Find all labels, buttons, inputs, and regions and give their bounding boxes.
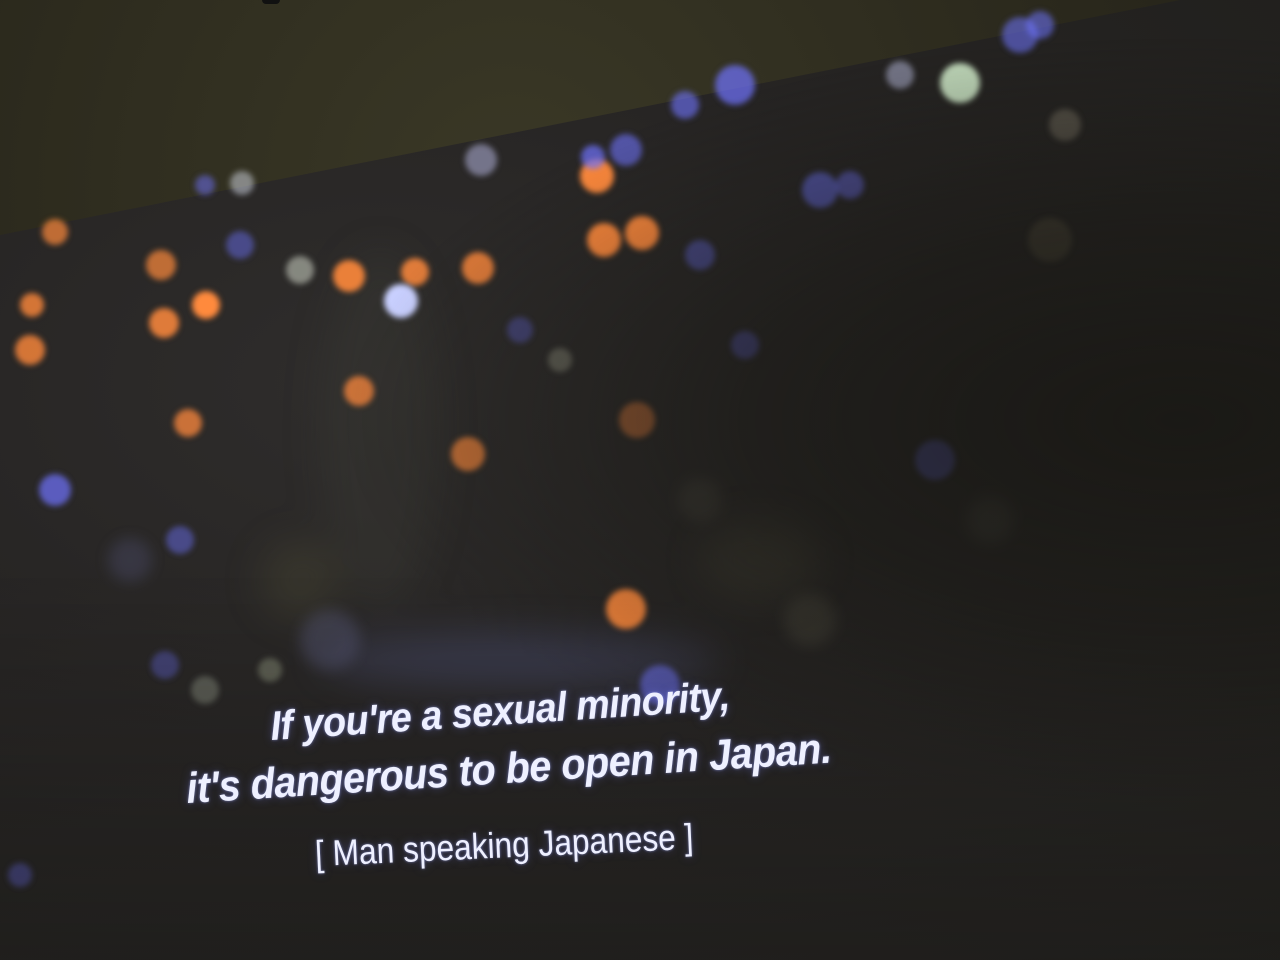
projection-scene: If you're a sexual minority, it's danger… [0, 0, 1280, 960]
